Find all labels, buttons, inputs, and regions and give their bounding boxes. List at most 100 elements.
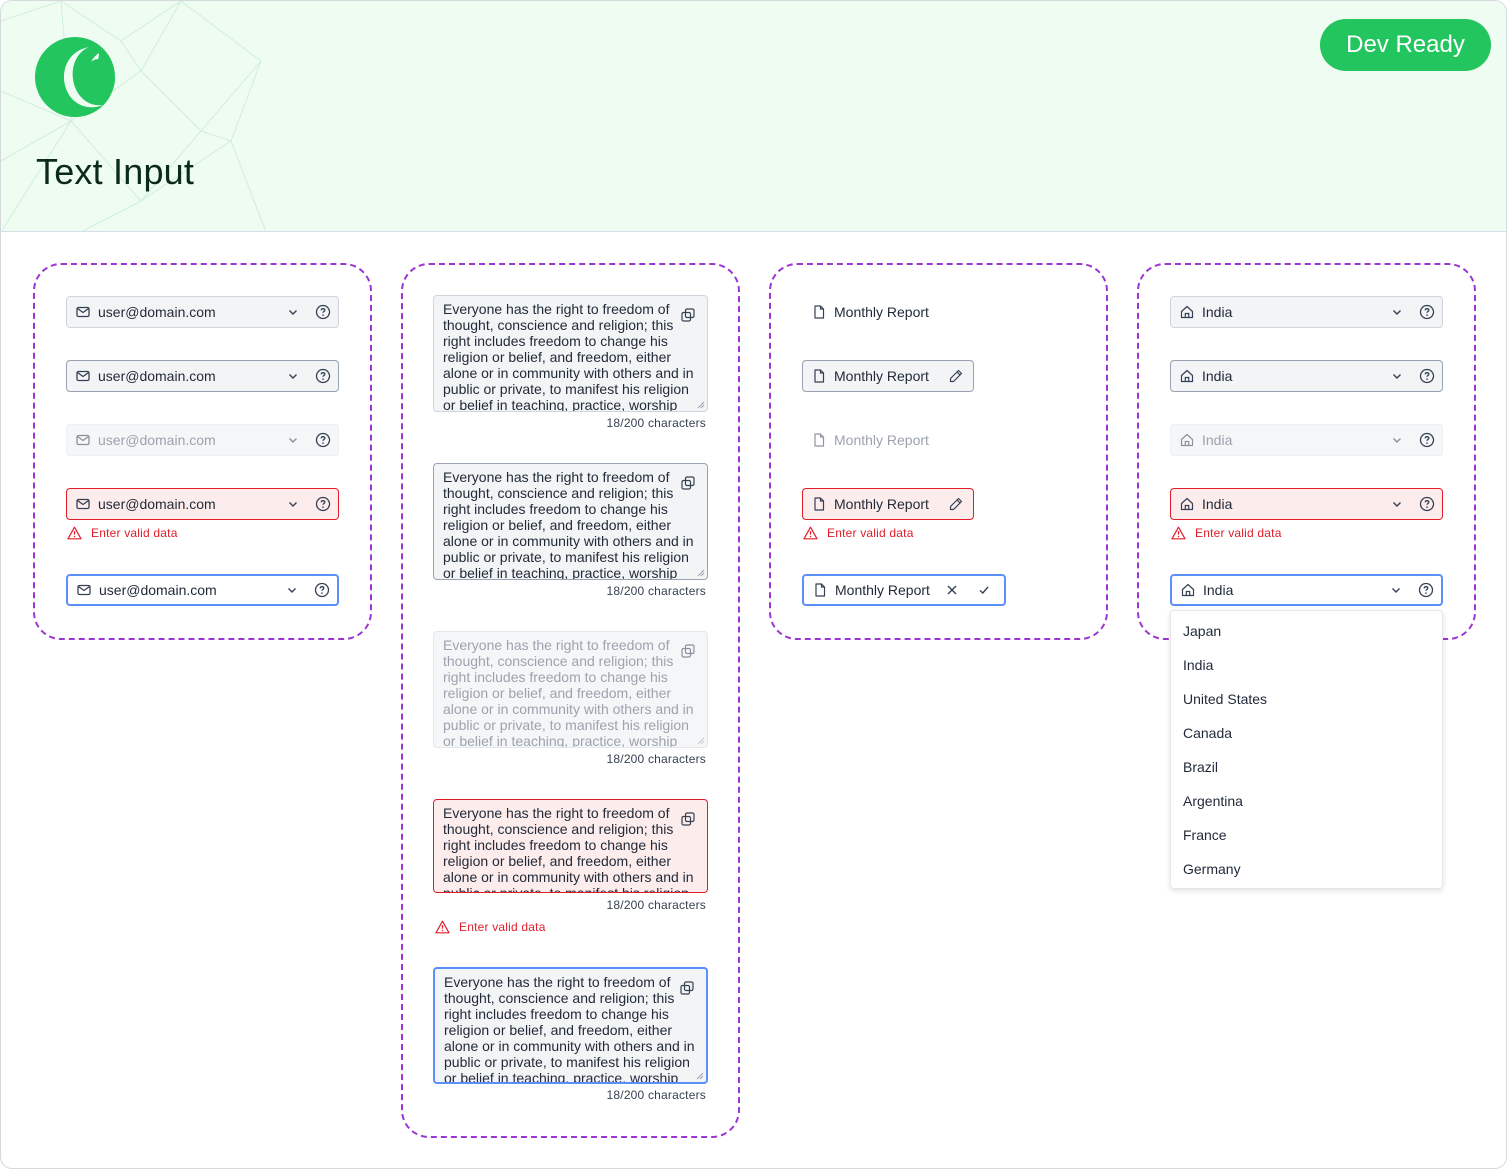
country-error-message: Enter valid data (1171, 526, 1282, 540)
warning-triangle-icon (1171, 526, 1186, 540)
textarea-text: Everyone has the right to freedom of tho… (443, 301, 694, 412)
error-text: Enter valid data (459, 920, 546, 934)
help-icon[interactable] (1418, 582, 1434, 598)
home-icon (1180, 497, 1194, 511)
country-select-hover[interactable]: India (1170, 360, 1443, 392)
copy-icon[interactable] (681, 308, 695, 322)
inline-edit-active[interactable]: Monthly Report (802, 574, 1006, 606)
copy-icon[interactable] (681, 812, 695, 826)
error-text: Enter valid data (1195, 526, 1282, 540)
chevron-down-icon[interactable] (1391, 306, 1403, 318)
close-icon[interactable] (946, 584, 958, 596)
resize-handle-icon (696, 736, 705, 745)
home-icon (1180, 305, 1194, 319)
mail-icon (76, 433, 90, 447)
help-icon[interactable] (315, 368, 331, 384)
country-value: India (1202, 304, 1233, 320)
character-counter: 18/200 characters (606, 416, 706, 430)
inline-edit-hover[interactable]: Monthly Report (802, 360, 974, 392)
brand-logo (35, 37, 115, 117)
inline-value: Monthly Report (835, 582, 930, 598)
resize-handle-icon[interactable] (696, 400, 705, 409)
inline-value: Monthly Report (834, 304, 929, 320)
email-input-default[interactable]: user@domain.com (66, 296, 339, 328)
help-icon[interactable] (1419, 496, 1435, 512)
email-value: user@domain.com (98, 496, 216, 512)
home-icon (1180, 433, 1194, 447)
email-error-message: Enter valid data (67, 526, 178, 540)
textarea-text: Everyone has the right to freedom of tho… (443, 805, 694, 893)
chevron-down-icon[interactable] (287, 370, 299, 382)
file-icon (812, 497, 826, 511)
help-icon[interactable] (315, 304, 331, 320)
dropdown-option-india[interactable]: India (1183, 657, 1213, 673)
dropdown-option-germany[interactable]: Germany (1183, 861, 1241, 877)
help-icon (1419, 432, 1435, 448)
dropdown-option-japan[interactable]: Japan (1183, 623, 1221, 639)
pencil-icon[interactable] (949, 369, 963, 383)
copy-icon[interactable] (681, 476, 695, 490)
mail-icon (77, 583, 91, 597)
file-icon (812, 305, 826, 319)
inline-edit-error[interactable]: Monthly Report (802, 488, 974, 520)
error-text: Enter valid data (91, 526, 178, 540)
chevron-down-icon[interactable] (287, 498, 299, 510)
dropdown-option-brazil[interactable]: Brazil (1183, 759, 1218, 775)
page-header: Text Input Dev Ready (1, 1, 1506, 232)
email-input-error[interactable]: user@domain.com (66, 488, 339, 520)
check-icon[interactable] (978, 584, 990, 596)
country-select-default[interactable]: India (1170, 296, 1443, 328)
country-value: India (1202, 432, 1233, 448)
resize-handle-icon[interactable] (696, 568, 705, 577)
email-value: user@domain.com (98, 432, 216, 448)
character-counter: 18/200 characters (606, 752, 706, 766)
inline-edit-default[interactable]: Monthly Report (802, 296, 974, 328)
warning-triangle-icon (803, 526, 818, 540)
dropdown-option-canada[interactable]: Canada (1183, 725, 1232, 741)
textarea-text: Everyone has the right to freedom of tho… (443, 637, 694, 748)
email-input-hover[interactable]: user@domain.com (66, 360, 339, 392)
country-select-error[interactable]: India (1170, 488, 1443, 520)
page-title: Text Input (36, 151, 195, 192)
textarea-default[interactable]: Everyone has the right to freedom of tho… (433, 295, 708, 412)
copy-icon[interactable] (680, 981, 694, 995)
help-icon[interactable] (314, 582, 330, 598)
mail-icon (76, 497, 90, 511)
chevron-down-icon[interactable] (1391, 498, 1403, 510)
country-select-open[interactable]: India (1170, 574, 1443, 606)
inline-value: Monthly Report (834, 432, 929, 448)
file-icon (812, 433, 826, 447)
email-value: user@domain.com (98, 304, 216, 320)
chevron-down-icon (1391, 434, 1403, 446)
warning-triangle-icon (67, 526, 82, 540)
email-value: user@domain.com (99, 582, 217, 598)
country-value: India (1202, 496, 1233, 512)
chevron-down-icon[interactable] (1391, 370, 1403, 382)
home-icon (1180, 369, 1194, 383)
chevron-down-icon (287, 434, 299, 446)
country-value: India (1202, 368, 1233, 384)
country-dropdown-menu: Japan India United States Canada Brazil … (1170, 610, 1443, 889)
resize-handle-icon[interactable] (695, 1071, 704, 1080)
textarea-error[interactable]: Everyone has the right to freedom of tho… (433, 799, 708, 893)
textarea-focused[interactable]: Everyone has the right to freedom of tho… (433, 967, 708, 1084)
warning-triangle-icon (435, 920, 450, 934)
help-icon[interactable] (1419, 368, 1435, 384)
file-icon (812, 369, 826, 383)
chevron-down-icon[interactable] (1390, 584, 1402, 596)
dropdown-option-france[interactable]: France (1183, 827, 1227, 843)
dropdown-option-argentina[interactable]: Argentina (1183, 793, 1243, 809)
dropdown-option-united-states[interactable]: United States (1183, 691, 1267, 707)
textarea-text: Everyone has the right to freedom of tho… (444, 974, 695, 1084)
help-icon[interactable] (315, 496, 331, 512)
pencil-icon[interactable] (949, 497, 963, 511)
textarea-hover[interactable]: Everyone has the right to freedom of tho… (433, 463, 708, 580)
character-counter: 18/200 characters (606, 898, 706, 912)
mail-icon (76, 305, 90, 319)
chevron-down-icon[interactable] (287, 306, 299, 318)
textarea-disabled: Everyone has the right to freedom of tho… (433, 631, 708, 748)
inline-edit-disabled: Monthly Report (802, 424, 974, 456)
help-icon[interactable] (1419, 304, 1435, 320)
email-input-focused[interactable]: user@domain.com (66, 574, 339, 606)
chevron-down-icon[interactable] (286, 584, 298, 596)
